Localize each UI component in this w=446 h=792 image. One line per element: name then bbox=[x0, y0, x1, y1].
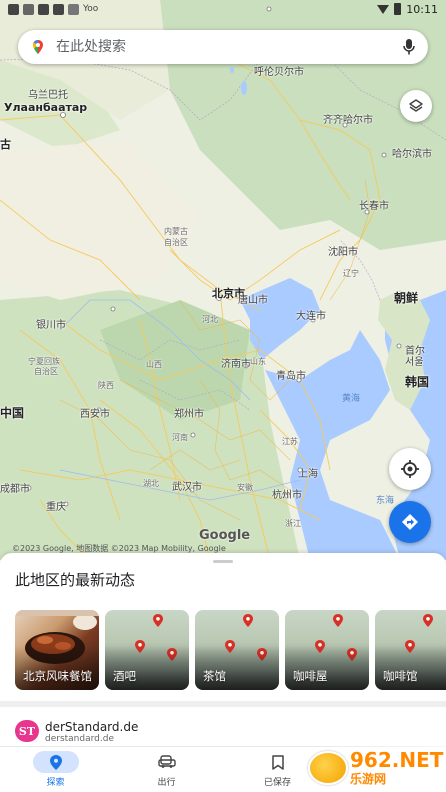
map-label-inner-mongolia-2: 自治区 bbox=[164, 238, 188, 247]
app-notification-icon-2 bbox=[38, 3, 49, 15]
map-label-china[interactable]: 中国 bbox=[0, 404, 24, 421]
watermark-bottom-text: 乐游网 bbox=[350, 771, 387, 786]
directions-button[interactable] bbox=[389, 501, 431, 543]
status-bar: Yoo 10:11 bbox=[0, 0, 446, 18]
category-cards: 北京风味餐馆 酒吧 茶馆 咖啡屋 咖啡馆 bbox=[15, 610, 446, 690]
map-label-ulaanbaatar-cn[interactable]: 乌兰巴托 bbox=[28, 86, 68, 101]
map-label-qingdao[interactable]: 青岛市 bbox=[276, 367, 306, 382]
layers-icon bbox=[409, 99, 423, 112]
card-label: 咖啡屋 bbox=[293, 669, 328, 683]
news-source-title: derStandard.de bbox=[45, 720, 139, 734]
category-card-teahouse[interactable]: 茶馆 bbox=[195, 610, 279, 690]
map-label-dalian[interactable]: 大连市 bbox=[296, 307, 326, 322]
wifi-icon bbox=[377, 4, 390, 14]
map-canvas[interactable] bbox=[0, 0, 446, 560]
news-source-logo: ST bbox=[15, 720, 39, 742]
map-label-wuhan[interactable]: 武汉市 bbox=[172, 478, 202, 493]
map-label-shenyang[interactable]: 沈阳市 bbox=[328, 243, 358, 258]
site-watermark: 962.NET 乐游网 bbox=[306, 744, 446, 792]
map-label-shandong: 山东 bbox=[250, 357, 266, 366]
battery-icon bbox=[394, 3, 402, 15]
category-card-bar[interactable]: 酒吧 bbox=[105, 610, 189, 690]
map-label-yinchuan[interactable]: 银川市 bbox=[36, 316, 66, 331]
google-logo: Google bbox=[199, 528, 251, 543]
category-card-coffee-house[interactable]: 咖啡屋 bbox=[285, 610, 369, 690]
card-label: 酒吧 bbox=[113, 669, 136, 683]
nav-label-go: 出行 bbox=[157, 778, 176, 788]
map-view[interactable]: Улаанбаатар 乌兰巴托 呼伦贝尔市 齐齐哈尔市 哈尔滨市 长春市 内蒙… bbox=[0, 0, 446, 560]
carrier-text: Yoo bbox=[83, 4, 99, 14]
map-label-shanxi: 山西 bbox=[146, 360, 162, 369]
map-label-gu: 古 bbox=[0, 138, 11, 151]
map-label-changchun[interactable]: 长春市 bbox=[359, 197, 389, 212]
map-label-qiqihar[interactable]: 齐齐哈尔市 bbox=[323, 111, 373, 126]
map-label-anhui: 安徽 bbox=[237, 483, 253, 492]
maps-screen: Улаанбаатар 乌兰巴托 呼伦贝尔市 齐齐哈尔市 哈尔滨市 长春市 内蒙… bbox=[0, 0, 446, 792]
map-label-ningxia-2: 自治区 bbox=[34, 367, 58, 376]
nav-icon-wrap bbox=[255, 751, 301, 773]
directions-icon bbox=[402, 514, 418, 530]
card-label: 北京风味餐馆 bbox=[23, 669, 92, 683]
map-label-zhejiang: 浙江 bbox=[285, 519, 301, 528]
map-label-seoul-2[interactable]: 서울 bbox=[405, 353, 423, 368]
app-notification-icon-3 bbox=[53, 3, 64, 15]
map-label-tangshan[interactable]: 唐山市 bbox=[238, 291, 268, 306]
mic-icon[interactable] bbox=[402, 38, 416, 56]
layers-button[interactable] bbox=[400, 90, 432, 122]
map-label-henan: 河南 bbox=[172, 433, 188, 442]
map-label-inner-mongolia-1: 内蒙古 bbox=[164, 227, 188, 236]
map-label-ulaanbaatar[interactable]: Улаанбаатар bbox=[4, 101, 87, 114]
bottom-sheet[interactable]: 此地区的最新动态 北京风味餐馆 酒吧 茶馆 咖啡屋 咖啡馆 ST derStan… bbox=[0, 553, 446, 746]
sheet-drag-handle[interactable] bbox=[213, 560, 233, 563]
map-label-chengdu[interactable]: 成都市 bbox=[0, 480, 30, 495]
map-label-jinan[interactable]: 济南市 bbox=[221, 355, 251, 370]
map-label-korea[interactable]: 韩国 bbox=[405, 373, 429, 390]
search-input[interactable] bbox=[56, 39, 402, 55]
map-label-hubei: 湖北 bbox=[143, 479, 159, 488]
sheet-title: 此地区的最新动态 bbox=[15, 571, 136, 589]
news-item[interactable]: ST derStandard.de derstandard.de bbox=[15, 720, 138, 744]
bookmark-icon bbox=[271, 754, 284, 770]
card-label: 咖啡馆 bbox=[383, 669, 418, 683]
map-label-jiangsu: 江苏 bbox=[282, 437, 298, 446]
map-label-hangzhou[interactable]: 杭州市 bbox=[272, 486, 302, 501]
watermark-top-text: 962.NET bbox=[350, 747, 444, 772]
car-icon bbox=[157, 755, 176, 768]
section-divider bbox=[0, 701, 446, 707]
map-label-yellow-sea: 黄海 bbox=[342, 394, 361, 404]
status-time: 10:11 bbox=[406, 2, 438, 16]
nav-icon-wrap bbox=[144, 751, 190, 773]
map-label-zhengzhou[interactable]: 郑州市 bbox=[174, 405, 204, 420]
download-icon bbox=[23, 3, 34, 15]
category-card-beijing-restaurant[interactable]: 北京风味餐馆 bbox=[15, 610, 99, 690]
app-notification-icon-4 bbox=[68, 3, 79, 15]
map-label-east-china-sea: 东海 bbox=[376, 496, 395, 506]
map-label-hebei: 河北 bbox=[202, 315, 218, 324]
nav-label-saved: 已保存 bbox=[263, 778, 291, 788]
card-label: 茶馆 bbox=[203, 669, 226, 683]
maps-pin-icon bbox=[33, 40, 43, 54]
my-location-button[interactable] bbox=[389, 448, 431, 490]
nav-tab-go[interactable]: 出行 bbox=[111, 747, 222, 792]
watermark-badge-icon bbox=[308, 751, 348, 785]
app-notification-icon bbox=[8, 3, 19, 15]
category-card-cafe[interactable]: 咖啡馆 bbox=[375, 610, 446, 690]
map-label-hulunbuir[interactable]: 呼伦贝尔市 bbox=[254, 63, 304, 78]
map-label-harbin[interactable]: 哈尔滨市 bbox=[392, 145, 432, 160]
crosshair-icon bbox=[401, 460, 419, 478]
nav-tab-explore[interactable]: 探索 bbox=[0, 747, 111, 792]
nav-icon-highlight bbox=[32, 751, 79, 773]
map-label-liaoning: 辽宁 bbox=[343, 269, 359, 278]
map-label-north-korea[interactable]: 朝鲜 bbox=[394, 289, 418, 306]
notification-icons: Yoo bbox=[8, 3, 99, 15]
news-source-domain: derstandard.de bbox=[45, 734, 114, 744]
nav-label-explore: 探索 bbox=[46, 778, 65, 788]
map-label-shanghai[interactable]: 上海 bbox=[298, 465, 318, 480]
search-bar[interactable] bbox=[18, 30, 428, 64]
map-label-xian[interactable]: 西安市 bbox=[80, 405, 110, 420]
map-label-chongqing[interactable]: 重庆 bbox=[46, 498, 66, 513]
location-pin-icon bbox=[49, 754, 62, 770]
map-label-shaanxi: 陕西 bbox=[98, 381, 114, 390]
